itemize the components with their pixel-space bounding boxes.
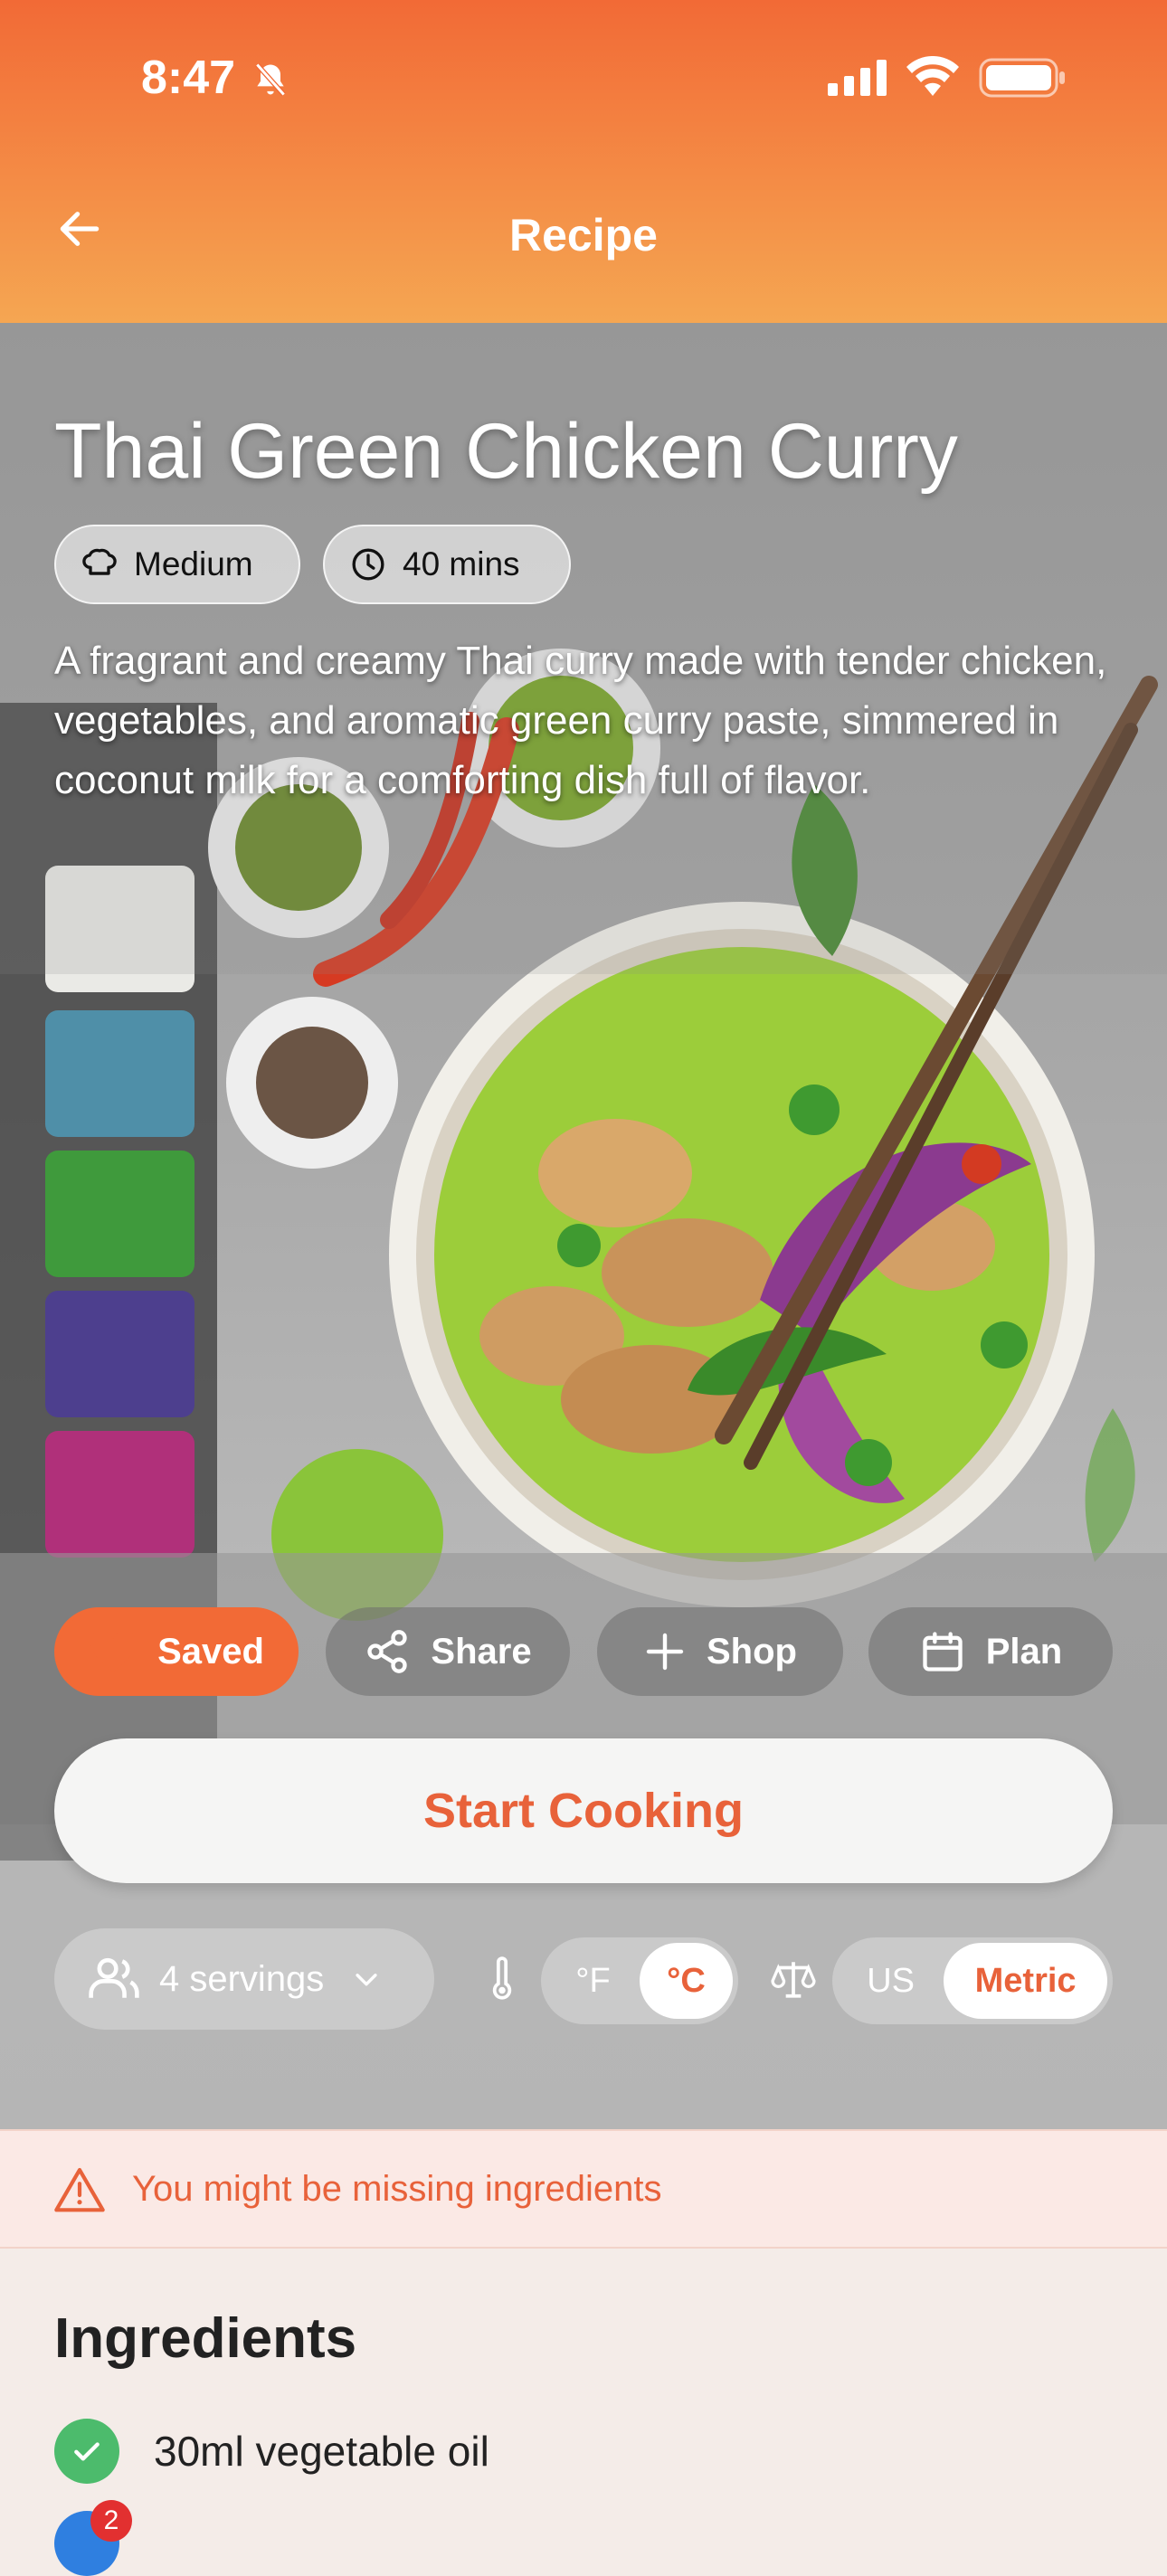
difficulty-badge: Medium (54, 525, 300, 604)
share-icon (367, 1630, 408, 1673)
us-units-option[interactable]: US (838, 1943, 944, 2019)
ingredient-count-badge: 2 (90, 2500, 132, 2542)
servings-label: 4 servings (159, 1958, 325, 1999)
wifi-icon (905, 55, 961, 102)
fahrenheit-option[interactable]: °F (546, 1943, 640, 2019)
clock-icon (352, 548, 384, 581)
unit-toggle: US Metric (832, 1937, 1113, 2024)
plan-label: Plan (985, 1631, 1063, 1672)
app-header: 8:47 Recipe (0, 0, 1167, 323)
metric-units-option[interactable]: Metric (944, 1943, 1107, 2019)
signal-icon (828, 60, 887, 100)
recipe-title: Thai Green Chicken Curry (54, 408, 958, 495)
calendar-icon (923, 1632, 963, 1672)
chevron-down-icon (356, 1974, 377, 1986)
ingredient-text: 30ml vegetable oil (154, 2428, 489, 2475)
temperature-toggle: °F °C (541, 1937, 738, 2024)
battery-icon (979, 58, 1066, 102)
difficulty-label: Medium (134, 545, 253, 582)
saved-button[interactable]: Saved (54, 1607, 299, 1696)
thermometer-icon (489, 1956, 516, 2006)
shop-button[interactable]: Shop (597, 1607, 843, 1696)
status-time: 8:47 (141, 52, 236, 104)
heart-icon (90, 1630, 136, 1672)
recipe-description: A fragrant and creamy Thai curry made wi… (54, 639, 1107, 802)
time-badge: 40 mins (323, 525, 571, 604)
check-icon (54, 2419, 119, 2484)
ingredient-item[interactable]: 30ml vegetable oil (54, 2419, 489, 2484)
start-cooking-button[interactable]: Start Cooking (54, 1738, 1113, 1883)
plan-button[interactable]: Plan (868, 1607, 1113, 1696)
ingredients-heading: Ingredients (54, 2307, 357, 2370)
saved-label: Saved (157, 1631, 264, 1672)
chef-hat-icon (82, 548, 117, 575)
ingredients-section: Ingredients 30ml vegetable oil 2 (0, 2249, 1167, 2576)
plus-icon (646, 1633, 684, 1671)
share-button[interactable]: Share (326, 1607, 570, 1696)
scale-icon (771, 1956, 816, 2006)
missing-ingredients-banner[interactable]: You might be missing ingredients (0, 2129, 1167, 2249)
celsius-option[interactable]: °C (640, 1943, 733, 2019)
bell-muted-icon (251, 60, 290, 104)
share-label: Share (431, 1631, 532, 1672)
servings-selector[interactable]: 4 servings (54, 1928, 434, 2030)
missing-ingredients-text: You might be missing ingredients (132, 2168, 662, 2209)
warning-triangle-icon (54, 2167, 105, 2212)
shop-label: Shop (707, 1631, 797, 1672)
header-title: Recipe (509, 210, 658, 260)
time-label: 40 mins (403, 545, 520, 582)
users-icon (89, 1957, 139, 1998)
